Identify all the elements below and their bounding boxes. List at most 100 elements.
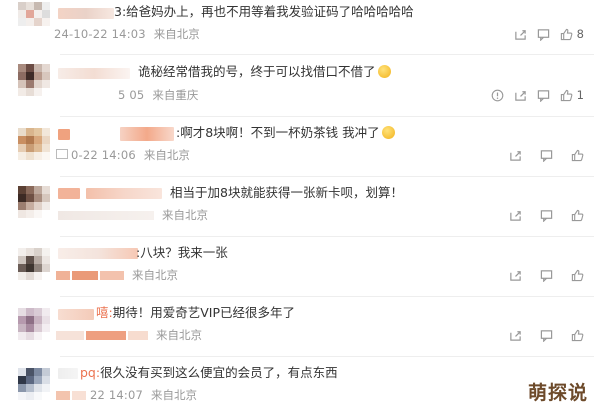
- avatar[interactable]: [18, 368, 50, 400]
- date-redacted: [58, 211, 154, 220]
- smiling-emoji-icon: [381, 126, 395, 139]
- like-icon: [560, 89, 573, 101]
- date-redacted: [72, 391, 86, 400]
- comment-location: 来自北京: [153, 27, 200, 41]
- divider: [60, 54, 594, 55]
- username-redacted[interactable]: [58, 188, 80, 199]
- comment-icon-small: [56, 149, 68, 159]
- comment-text: 期待！用爱奇艺VIP已经很多年了: [112, 305, 295, 320]
- like-icon: [571, 149, 584, 161]
- username-redacted[interactable]: [58, 8, 114, 19]
- comment-text-row: 3:给爸妈办上，再也不用等着我发验证码了哈哈哈哈哈: [114, 4, 414, 20]
- reply-button[interactable]: [540, 209, 553, 222]
- like-button[interactable]: [571, 329, 584, 342]
- comment-location: 来自北京: [156, 328, 202, 342]
- divider: [60, 356, 594, 357]
- date-redacted: [128, 331, 148, 340]
- reply-button[interactable]: [540, 329, 553, 342]
- comment-meta: 来自北京: [58, 208, 208, 222]
- like-button[interactable]: [571, 209, 584, 222]
- share-icon: [510, 330, 521, 341]
- comment-actions: [499, 147, 584, 163]
- like-button[interactable]: [571, 269, 584, 282]
- like-icon: [571, 269, 584, 281]
- like-button[interactable]: 1: [560, 88, 584, 102]
- comment-date: 5 05: [118, 88, 145, 102]
- comment-text-row: :啊才8块啊！不到一杯奶茶钱 我冲了: [176, 125, 395, 141]
- avatar[interactable]: [18, 248, 50, 280]
- comment-meta: 0-22 14:06 来自北京: [56, 148, 190, 162]
- comment-text: :啊才8块啊！不到一杯奶茶钱 我冲了: [176, 125, 380, 140]
- comment-location: 来自北京: [143, 148, 190, 162]
- comment-icon: [540, 149, 553, 162]
- report-icon: [491, 89, 504, 101]
- comment-icon: [540, 209, 553, 222]
- username-redacted[interactable]: [58, 248, 138, 259]
- like-count: 1: [576, 88, 584, 102]
- comment-date: 22 14:07: [90, 388, 144, 402]
- share-button[interactable]: [509, 269, 522, 282]
- date-redacted: [56, 331, 84, 340]
- share-icon: [514, 90, 526, 101]
- comment-item: :啊才8块啊！不到一杯奶茶钱 我冲了 0-22 14:06 来自北京: [0, 120, 594, 176]
- comment-text: :八块？我来一张: [136, 245, 228, 260]
- comment-actions: [499, 207, 584, 223]
- comment-actions: [499, 267, 584, 283]
- share-button[interactable]: [509, 209, 522, 222]
- share-button[interactable]: [514, 28, 527, 41]
- username-redacted[interactable]: [58, 368, 78, 379]
- comment-text-row: :八块？我来一张: [136, 245, 228, 261]
- like-button[interactable]: 8: [560, 27, 584, 41]
- comment-text-row: 诡秘经常借我的号，终于可以找借口不借了: [138, 64, 391, 80]
- username-redacted[interactable]: [120, 127, 174, 141]
- reply-button[interactable]: [537, 89, 550, 102]
- username-redacted[interactable]: [58, 309, 94, 320]
- reply-button[interactable]: [537, 28, 550, 41]
- comment-actions: 8: [504, 26, 584, 42]
- commenter-name-fragment[interactable]: 嘻:: [96, 305, 113, 320]
- comment-text-row: 相当于加8块就能获得一张新卡呗，划算！: [170, 185, 403, 201]
- comment-text-row: 嘻:期待！用爱奇艺VIP已经很多年了: [96, 305, 295, 321]
- comment-item: 相当于加8块就能获得一张新卡呗，划算！ 来自北京: [0, 180, 594, 236]
- laughing-emoji-icon: [377, 65, 391, 78]
- reply-button[interactable]: [540, 149, 553, 162]
- username-redacted[interactable]: [58, 68, 130, 79]
- like-icon: [560, 28, 573, 40]
- share-icon: [510, 150, 521, 161]
- comment-icon: [537, 28, 549, 41]
- divider: [60, 116, 594, 117]
- date-redacted: [72, 271, 98, 280]
- comment-actions: 1: [481, 87, 584, 103]
- username-redacted[interactable]: [58, 129, 70, 140]
- avatar[interactable]: [18, 186, 50, 218]
- comment-actions: [499, 327, 584, 343]
- reply-button[interactable]: [540, 269, 553, 282]
- avatar[interactable]: [18, 64, 50, 96]
- comment-meta: 来自北京: [56, 328, 202, 342]
- share-button[interactable]: [509, 149, 522, 162]
- like-icon: [571, 209, 584, 221]
- comment-date: 24-10-22 14:03: [54, 27, 146, 41]
- commenter-name-fragment[interactable]: 3:: [114, 4, 126, 19]
- date-redacted: [100, 271, 124, 280]
- comment-item: 嘻:期待！用爱奇艺VIP已经很多年了 来自北京: [0, 300, 594, 356]
- share-icon: [510, 210, 521, 221]
- divider: [60, 236, 594, 237]
- comment-date: 0-22 14:06: [71, 148, 136, 162]
- avatar[interactable]: [18, 128, 50, 160]
- date-redacted: [56, 391, 70, 400]
- commenter-name-fragment[interactable]: pq:: [80, 365, 100, 380]
- comment-location: 来自北京: [132, 268, 178, 282]
- comment-icon: [540, 329, 553, 342]
- share-button[interactable]: [509, 329, 522, 342]
- divider: [60, 176, 594, 177]
- comment-text-row: pq:很久没有买到这么便宜的会员了，有点东西: [80, 365, 338, 381]
- report-button[interactable]: [491, 89, 504, 102]
- share-button[interactable]: [514, 89, 527, 102]
- comment-text: 相当于加8块就能获得一张新卡呗，划算！: [170, 185, 403, 200]
- avatar[interactable]: [18, 308, 50, 340]
- username-redacted[interactable]: [86, 188, 162, 199]
- avatar[interactable]: [18, 2, 50, 34]
- comment-meta: 22 14:07 来自北京: [56, 388, 197, 402]
- like-button[interactable]: [571, 149, 584, 162]
